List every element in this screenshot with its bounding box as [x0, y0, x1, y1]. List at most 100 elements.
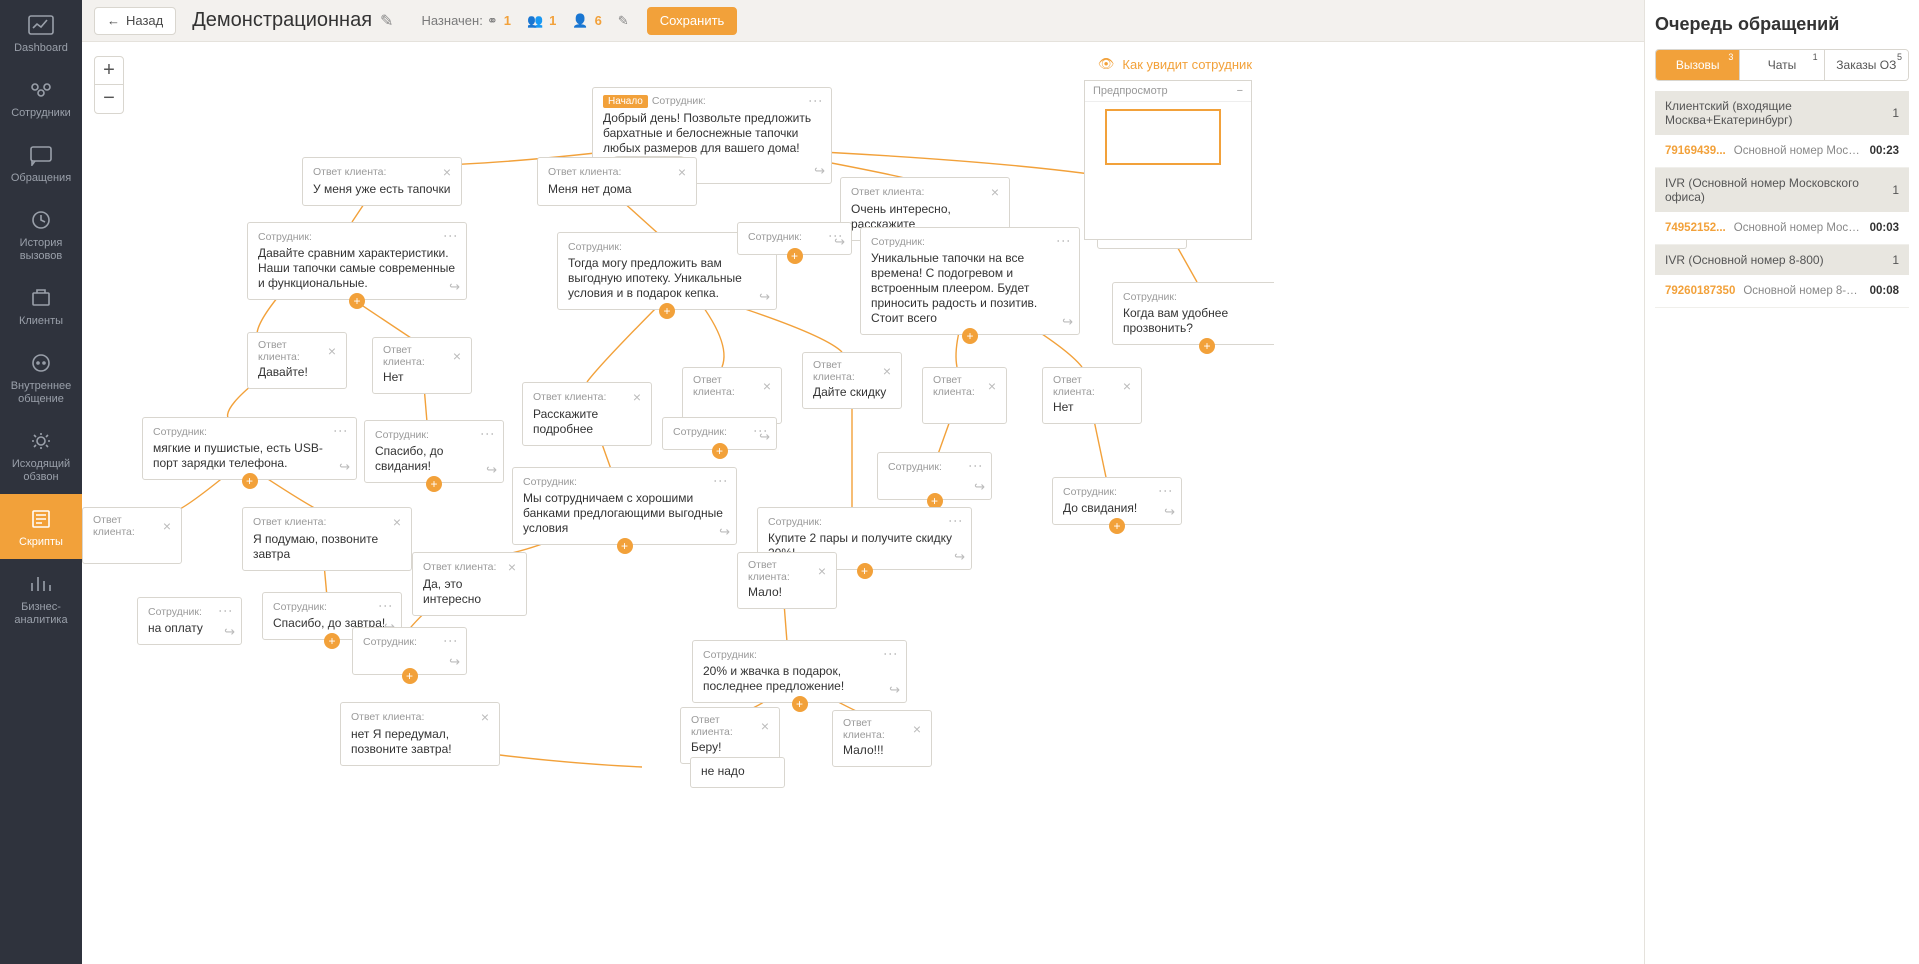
branch-icon[interactable]: ↪: [719, 524, 730, 540]
sidebar-item-outbound[interactable]: Исходящий обзвон: [0, 416, 82, 494]
add-node-icon[interactable]: +: [1109, 518, 1125, 534]
node-menu-icon[interactable]: ⋮: [951, 514, 961, 529]
node-menu-icon[interactable]: ⋮: [811, 94, 821, 109]
node-e-banks[interactable]: Сотрудник:⋮ Мы сотрудничаем с хорошими б…: [512, 467, 737, 545]
edit-assigned-icon[interactable]: ✎: [618, 13, 629, 29]
node-c-discount[interactable]: Ответ клиента:× Дайте скидку: [802, 352, 902, 409]
close-icon[interactable]: ×: [761, 718, 769, 734]
node-c-have[interactable]: Ответ клиента:× У меня уже есть тапочки: [302, 157, 462, 206]
branch-icon[interactable]: ↪: [974, 479, 985, 495]
branch-icon[interactable]: ↪: [1164, 504, 1175, 520]
branch-icon[interactable]: ↪: [814, 163, 825, 179]
add-node-icon[interactable]: +: [712, 443, 728, 459]
add-node-icon[interactable]: +: [857, 563, 873, 579]
sidebar-item-internal-chat[interactable]: Внутреннее общение: [0, 338, 82, 416]
add-node-icon[interactable]: +: [787, 248, 803, 264]
branch-icon[interactable]: ↪: [449, 654, 460, 670]
edit-title-icon[interactable]: ✎: [380, 11, 393, 31]
close-icon[interactable]: ×: [393, 514, 401, 530]
add-node-icon[interactable]: +: [962, 328, 978, 344]
branch-icon[interactable]: ↪: [759, 429, 770, 445]
add-node-icon[interactable]: +: [349, 293, 365, 309]
node-c-no1[interactable]: Ответ клиента:× Нет: [372, 337, 472, 394]
add-node-icon[interactable]: +: [402, 668, 418, 684]
node-c-more[interactable]: Ответ клиента:× Расскажите подробнее: [522, 382, 652, 446]
close-icon[interactable]: ×: [443, 164, 451, 180]
branch-icon[interactable]: ↪: [759, 289, 770, 305]
node-menu-icon[interactable]: ⋮: [886, 647, 896, 662]
node-c-dainteres[interactable]: Ответ клиента:× Да, это интересно: [412, 552, 527, 616]
zoom-in-button[interactable]: +: [95, 57, 123, 85]
node-c-changed[interactable]: Ответ клиента:× нет Я передумал, позвони…: [340, 702, 500, 766]
close-icon[interactable]: ×: [633, 389, 641, 405]
sidebar-item-clients[interactable]: Клиенты: [0, 273, 82, 338]
node-c-think[interactable]: Ответ клиента:× Я подумаю, позвоните зав…: [242, 507, 412, 571]
node-c-emptyclient3[interactable]: Ответ клиента:×: [82, 507, 182, 564]
node-e-empty4[interactable]: Сотрудник:⋮ ↪+: [352, 627, 467, 675]
close-icon[interactable]: ×: [453, 348, 461, 364]
queue-row[interactable]: 79169439... Основной номер Московского о…: [1655, 135, 1909, 168]
branch-icon[interactable]: ↪: [954, 549, 965, 565]
close-icon[interactable]: ×: [988, 378, 996, 394]
queue-tab-orders[interactable]: Заказы ОЗ5: [1825, 50, 1908, 80]
node-menu-icon[interactable]: ⋮: [1161, 484, 1171, 499]
close-icon[interactable]: ×: [991, 184, 999, 200]
add-node-icon[interactable]: +: [659, 303, 675, 319]
branch-icon[interactable]: ↪: [224, 624, 235, 640]
close-icon[interactable]: ×: [163, 518, 171, 534]
sidebar-item-dashboard[interactable]: Dashboard: [0, 0, 82, 65]
minimap-collapse-icon[interactable]: −: [1237, 85, 1243, 97]
branch-icon[interactable]: ↪: [486, 462, 497, 478]
sidebar-item-analytics[interactable]: Бизнес-аналитика: [0, 559, 82, 637]
node-e-bye2[interactable]: Сотрудник:⋮ До свидания! ↪+: [1052, 477, 1182, 525]
node-c-emptyclient2[interactable]: Ответ клиента:×: [922, 367, 1007, 424]
script-title[interactable]: Демонстрационная: [192, 9, 372, 32]
close-icon[interactable]: ×: [763, 378, 771, 394]
sidebar-item-scripts[interactable]: Скрипты: [0, 494, 82, 559]
close-icon[interactable]: ×: [328, 343, 336, 359]
close-icon[interactable]: ×: [508, 559, 516, 575]
node-e-bye1[interactable]: Сотрудник:⋮ Спасибо, до свидания! ↪+: [364, 420, 504, 483]
queue-row[interactable]: 79260187350 Основной номер 8-800 00:08: [1655, 275, 1909, 308]
minimap[interactable]: Предпросмотр −: [1084, 80, 1252, 240]
queue-group[interactable]: IVR (Основной номер 8-800) 1: [1655, 245, 1909, 275]
node-c-noneed[interactable]: не надо: [690, 757, 785, 788]
node-c-beru[interactable]: Ответ клиента:× Беру!: [680, 707, 780, 764]
node-e-unique[interactable]: Сотрудник:⋮ Уникальные тапочки на все вр…: [860, 227, 1080, 335]
node-e-whencall[interactable]: Сотрудник:⋮ Когда вам удобнее прозвонить…: [1112, 282, 1274, 345]
zoom-out-button[interactable]: −: [95, 85, 123, 113]
sidebar-item-tickets[interactable]: Обращения: [0, 130, 82, 195]
node-menu-icon[interactable]: ⋮: [336, 424, 346, 439]
add-node-icon[interactable]: +: [242, 473, 258, 489]
node-e-gum[interactable]: Сотрудник:⋮ 20% и жвачка в подарок, посл…: [692, 640, 907, 703]
minimap-viewport[interactable]: [1105, 109, 1221, 165]
node-menu-icon[interactable]: ⋮: [716, 474, 726, 489]
close-icon[interactable]: ×: [481, 709, 489, 725]
add-node-icon[interactable]: +: [426, 476, 442, 492]
add-node-icon[interactable]: +: [792, 696, 808, 712]
sidebar-item-employees[interactable]: Сотрудники: [0, 65, 82, 130]
branch-icon[interactable]: ↪: [449, 279, 460, 295]
node-e-empty2[interactable]: Сотрудник:⋮ ↪+: [662, 417, 777, 450]
node-menu-icon[interactable]: ⋮: [971, 459, 981, 474]
node-menu-icon[interactable]: ⋮: [381, 599, 391, 614]
node-menu-icon[interactable]: ⋮: [446, 229, 456, 244]
node-c-nothome[interactable]: Ответ клиента:× Меня нет дома: [537, 157, 697, 206]
queue-tab-chats[interactable]: Чаты1: [1740, 50, 1824, 80]
node-menu-icon[interactable]: ⋮: [446, 634, 456, 649]
sidebar-item-call-history[interactable]: История вызовов: [0, 195, 82, 273]
back-button[interactable]: ← Назад: [94, 7, 176, 35]
node-c-davai[interactable]: Ответ клиента:× Давайте!: [247, 332, 347, 389]
queue-tab-calls[interactable]: Вызовы3: [1656, 50, 1740, 80]
node-menu-icon[interactable]: ⋮: [483, 427, 493, 442]
node-e-empty1[interactable]: Сотрудник:⋮ ↪+: [737, 222, 852, 255]
node-c-emptyclient[interactable]: Ответ клиента:×: [682, 367, 782, 424]
close-icon[interactable]: ×: [883, 363, 891, 379]
node-c-no2[interactable]: Ответ клиента:× Нет: [1042, 367, 1142, 424]
close-icon[interactable]: ×: [678, 164, 686, 180]
node-e-pay[interactable]: Сотрудник:⋮ на оплату ↪: [137, 597, 242, 645]
add-node-icon[interactable]: +: [324, 633, 340, 649]
node-c-malo2[interactable]: Ответ клиента:× Мало!!!: [832, 710, 932, 767]
add-node-icon[interactable]: +: [1199, 338, 1215, 354]
preview-link[interactable]: 👁 Как увидит сотрудник: [1098, 56, 1252, 72]
